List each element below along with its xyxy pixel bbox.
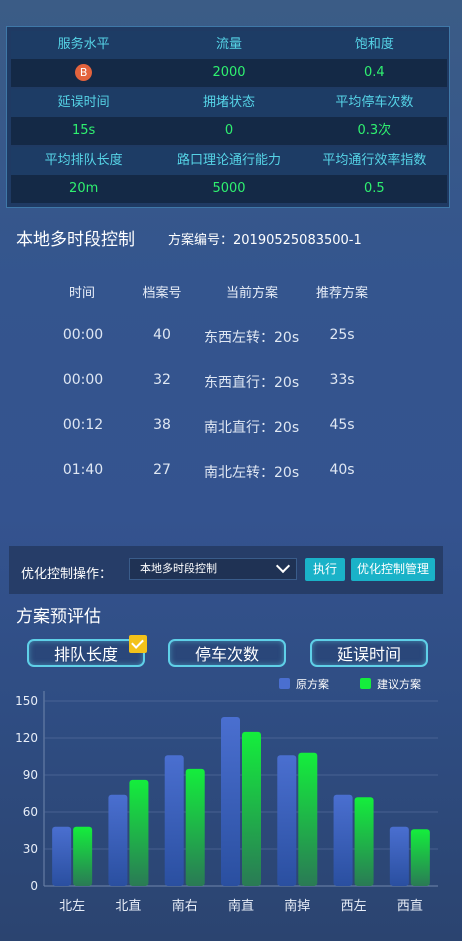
metrics-header-row-3: 平均排队长度 路口理论通行能力 平均通行效率指数 [11,147,447,175]
delay-label: 延误时间 [57,95,110,110]
bar-proposed [298,752,318,886]
x-tick-label: 北直 [115,899,141,914]
metrics-value-row-1: B 2000 0.4 [11,59,447,87]
row-time: 00:12 [62,417,104,433]
x-tick-label: 南掉 [284,898,310,914]
row-file: 27 [153,462,171,478]
row-recommend: 40s [329,462,355,478]
x-tick-label: 北左 [59,899,85,914]
row-current: 南北直行：20s [204,420,300,436]
row-time: 01:40 [62,462,104,478]
capacity-label: 路口理论通行能力 [176,153,281,168]
bar-original [108,794,128,886]
table-header-current: 当前方案 [225,286,278,301]
evaluation-bar-chart: 0 30 60 90 120 150 北左 北直 南右 南直 南掉 西左 西直 原方案 建议方案 [15,677,438,914]
plan-number: 方案编号：20190525083500-1 [168,233,362,248]
row-recommend: 45s [329,417,355,433]
legend-label-original: 原方案 [296,677,329,691]
y-tick-label: 30 [23,842,38,856]
bar-original [277,755,297,886]
tab-stop-count[interactable]: 停车次数 [168,639,286,667]
efficiency-label: 平均通行效率指数 [322,153,427,168]
legend-label-proposed: 建议方案 [377,677,421,691]
queue-value: 20m [69,181,99,196]
metrics-header-row-2: 延误时间 拥堵状态 平均停车次数 [11,89,447,117]
congestion-label: 拥堵状态 [202,95,255,110]
optimize-control-bar: 优化控制操作： 本地多时段控制 执行 优化控制管理 [9,546,443,594]
control-mode-select-value: 本地多时段控制 [140,562,217,575]
checkbox-checked-icon [129,635,147,653]
x-tick-label: 南右 [172,898,198,914]
bar-original [221,717,240,886]
metrics-header-row-1: 服务水平 流量 饱和度 [11,31,447,59]
avg-stops-label: 平均停车次数 [335,95,414,110]
bar-original [164,755,184,886]
bar-original [389,826,409,886]
metrics-panel: 服务水平 流量 饱和度 B 2000 0.4 延误时间 拥堵状态 平均停车次数 … [6,26,450,208]
bar-original [52,826,72,886]
tab-queue-length-label: 排队长度 [53,645,118,664]
x-tick-label: 西左 [341,899,367,914]
row-current: 东西左转：20s [204,330,300,346]
service-level-value: B [11,59,156,87]
tab-delay-time[interactable]: 延误时间 [310,639,428,667]
saturation-label: 饱和度 [354,37,394,52]
row-current: 南北左转：20s [204,465,300,481]
y-tick-label: 60 [23,805,38,819]
row-file: 38 [153,417,171,433]
x-tick-label: 南直 [228,898,254,914]
table-header-recommend: 推荐方案 [315,286,368,301]
row-file: 32 [153,372,171,388]
row-file: 40 [153,327,171,343]
y-tick-label: 150 [15,694,38,708]
chevron-down-icon [275,558,291,574]
queue-label: 平均排队长度 [44,153,123,168]
metrics-value-row-2: 15s 0 0.3次 [11,117,447,145]
optimize-control-label: 优化控制操作： [21,567,113,582]
efficiency-value: 0.5 [363,181,385,196]
row-time: 00:00 [62,327,104,343]
section-title-multi-period: 本地多时段控制 [16,230,135,250]
control-mode-select[interactable]: 本地多时段控制 [129,558,297,580]
bar-proposed [73,826,93,886]
bar-proposed [185,768,205,886]
row-current: 东西直行：20s [204,375,300,391]
flow-label: 流量 [215,37,242,52]
row-recommend: 25s [329,327,355,343]
bar-proposed [354,797,374,886]
row-recommend: 33s [329,372,355,388]
tab-delay-time-label: 延误时间 [336,645,401,664]
y-tick-label: 120 [15,731,38,745]
legend-swatch-proposed [360,678,371,689]
section-title-plan-evaluation: 方案预评估 [16,607,101,627]
avg-stops-value: 0.3次 [357,123,392,138]
table-header-time: 时间 [68,286,95,301]
tab-stop-count-label: 停车次数 [194,645,259,664]
congestion-value: 0 [224,123,234,138]
bar-original [333,794,353,886]
tab-queue-length[interactable]: 排队长度 [27,635,147,667]
delay-value: 15s [72,123,96,138]
flow-value: 2000 [212,65,246,80]
x-tick-label: 西直 [397,899,423,914]
metrics-value-row-3: 20m 5000 0.5 [11,175,447,203]
table-header-file: 档案号 [142,286,182,301]
row-time: 00:00 [62,372,104,388]
optimize-manage-button[interactable]: 优化控制管理 [351,558,435,581]
bar-proposed [129,779,149,886]
execute-button[interactable]: 执行 [305,558,345,581]
bar-proposed [410,829,430,886]
y-tick-label: 90 [23,768,38,782]
bar-proposed [242,731,261,886]
service-level-badge: B [75,64,93,81]
capacity-value: 5000 [212,181,246,196]
service-level-label: 服务水平 [57,37,110,52]
legend-swatch-original [279,678,290,689]
saturation-value: 0.4 [363,65,385,80]
y-tick-label: 0 [30,879,38,893]
